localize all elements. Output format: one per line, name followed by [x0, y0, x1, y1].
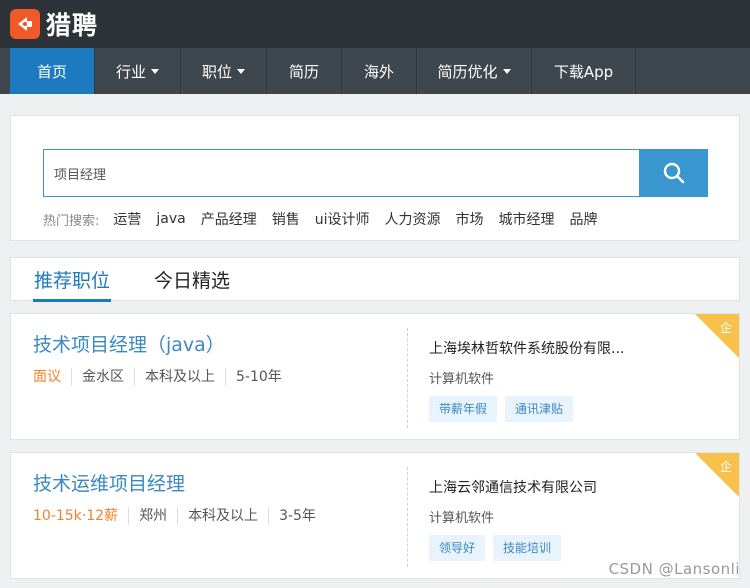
nav-item-home[interactable]: 首页	[10, 48, 95, 94]
nav-item-resume[interactable]: 简历	[267, 48, 342, 94]
job-card[interactable]: 技术项目经理（java） 面议 金水区 本科及以上 5-10年 上海埃林哲软件系…	[10, 313, 740, 440]
job-salary: 10-15k·12薪	[33, 508, 119, 524]
main-nav: 首页 行业 职位 简历 海外 简历优化 下载App	[0, 48, 750, 94]
enterprise-badge-icon: 企	[695, 314, 739, 358]
nav-item-resume-optimize[interactable]: 简历优化	[417, 48, 532, 94]
benefit-tag: 通讯津贴	[505, 396, 574, 422]
hot-word[interactable]: 市场	[456, 209, 484, 229]
hot-word[interactable]: 城市经理	[499, 209, 555, 229]
job-education: 本科及以上	[177, 507, 268, 525]
benefit-tag: 带薪年假	[429, 396, 498, 422]
nav-label: 海外	[363, 62, 394, 81]
hot-word[interactable]: 品牌	[570, 209, 598, 229]
nav-label: 简历	[288, 62, 319, 81]
job-title[interactable]: 技术项目经理（java）	[33, 330, 225, 357]
search-input[interactable]	[43, 149, 639, 197]
tab-today-picks[interactable]: 今日精选	[151, 266, 233, 302]
hot-word[interactable]: ui设计师	[315, 209, 370, 229]
tab-recommended[interactable]: 推荐职位	[33, 266, 111, 302]
nav-item-position[interactable]: 职位	[181, 48, 267, 94]
nav-label: 职位	[201, 62, 232, 81]
company-industry: 计算机软件	[429, 372, 495, 387]
job-title[interactable]: 技术运维项目经理	[33, 469, 185, 496]
caret-down-icon	[237, 68, 245, 74]
watermark: CSDN @Lansonli	[608, 560, 740, 578]
hot-word[interactable]: 产品经理	[201, 209, 257, 229]
job-meta: 10-15k·12薪 郑州 本科及以上 3-5年	[33, 507, 326, 525]
company-name[interactable]: 上海云邻通信技术有限公司	[429, 477, 597, 497]
liepin-logo-icon[interactable]	[10, 9, 40, 39]
caret-down-icon	[502, 68, 511, 74]
benefit-tag: 技能培训	[493, 535, 562, 561]
brand-name[interactable]: 猎聘	[46, 6, 98, 42]
search-card: 热门搜索: 运营 java 产品经理 销售 ui设计师 人力资源 市场 城市经理…	[10, 115, 740, 241]
top-bar: 猎聘	[0, 0, 750, 48]
nav-item-overseas[interactable]: 海外	[342, 48, 417, 94]
benefit-tags: 带薪年假 通讯津贴	[429, 396, 581, 422]
caret-down-icon	[151, 68, 159, 74]
hot-search-label: 热门搜索:	[43, 213, 100, 229]
divider	[407, 467, 408, 567]
job-experience: 3-5年	[268, 507, 326, 525]
search-button[interactable]	[639, 149, 708, 197]
divider	[407, 328, 408, 428]
enterprise-badge-icon: 企	[695, 453, 739, 497]
hot-word[interactable]: 人力资源	[385, 209, 441, 229]
benefit-tags: 领导好 技能培训	[429, 535, 569, 561]
nav-label: 下载App	[553, 62, 614, 81]
job-experience: 5-10年	[225, 368, 292, 386]
nav-label: 行业	[115, 62, 146, 81]
badge-label: 企	[720, 459, 732, 474]
hot-search: 热门搜索: 运营 java 产品经理 销售 ui设计师 人力资源 市场 城市经理…	[43, 209, 613, 229]
job-tabs: 推荐职位 今日精选	[10, 257, 740, 302]
nav-label: 简历优化	[437, 62, 498, 81]
badge-label: 企	[720, 320, 732, 335]
nav-label: 首页	[36, 62, 67, 81]
hot-word[interactable]: 销售	[272, 209, 300, 229]
job-location: 金水区	[71, 368, 134, 386]
company-name[interactable]: 上海埃林哲软件系统股份有限...	[429, 338, 624, 358]
job-education: 本科及以上	[134, 368, 225, 386]
benefit-tag: 领导好	[429, 535, 486, 561]
nav-item-download-app[interactable]: 下载App	[532, 48, 636, 94]
job-salary: 面议	[33, 369, 61, 385]
search-icon	[663, 162, 684, 184]
hot-word[interactable]: 运营	[113, 209, 141, 229]
job-location: 郑州	[128, 507, 177, 525]
hot-word[interactable]: java	[156, 211, 185, 227]
nav-item-industry[interactable]: 行业	[95, 48, 181, 94]
company-industry: 计算机软件	[429, 511, 495, 526]
job-meta: 面议 金水区 本科及以上 5-10年	[33, 368, 292, 386]
